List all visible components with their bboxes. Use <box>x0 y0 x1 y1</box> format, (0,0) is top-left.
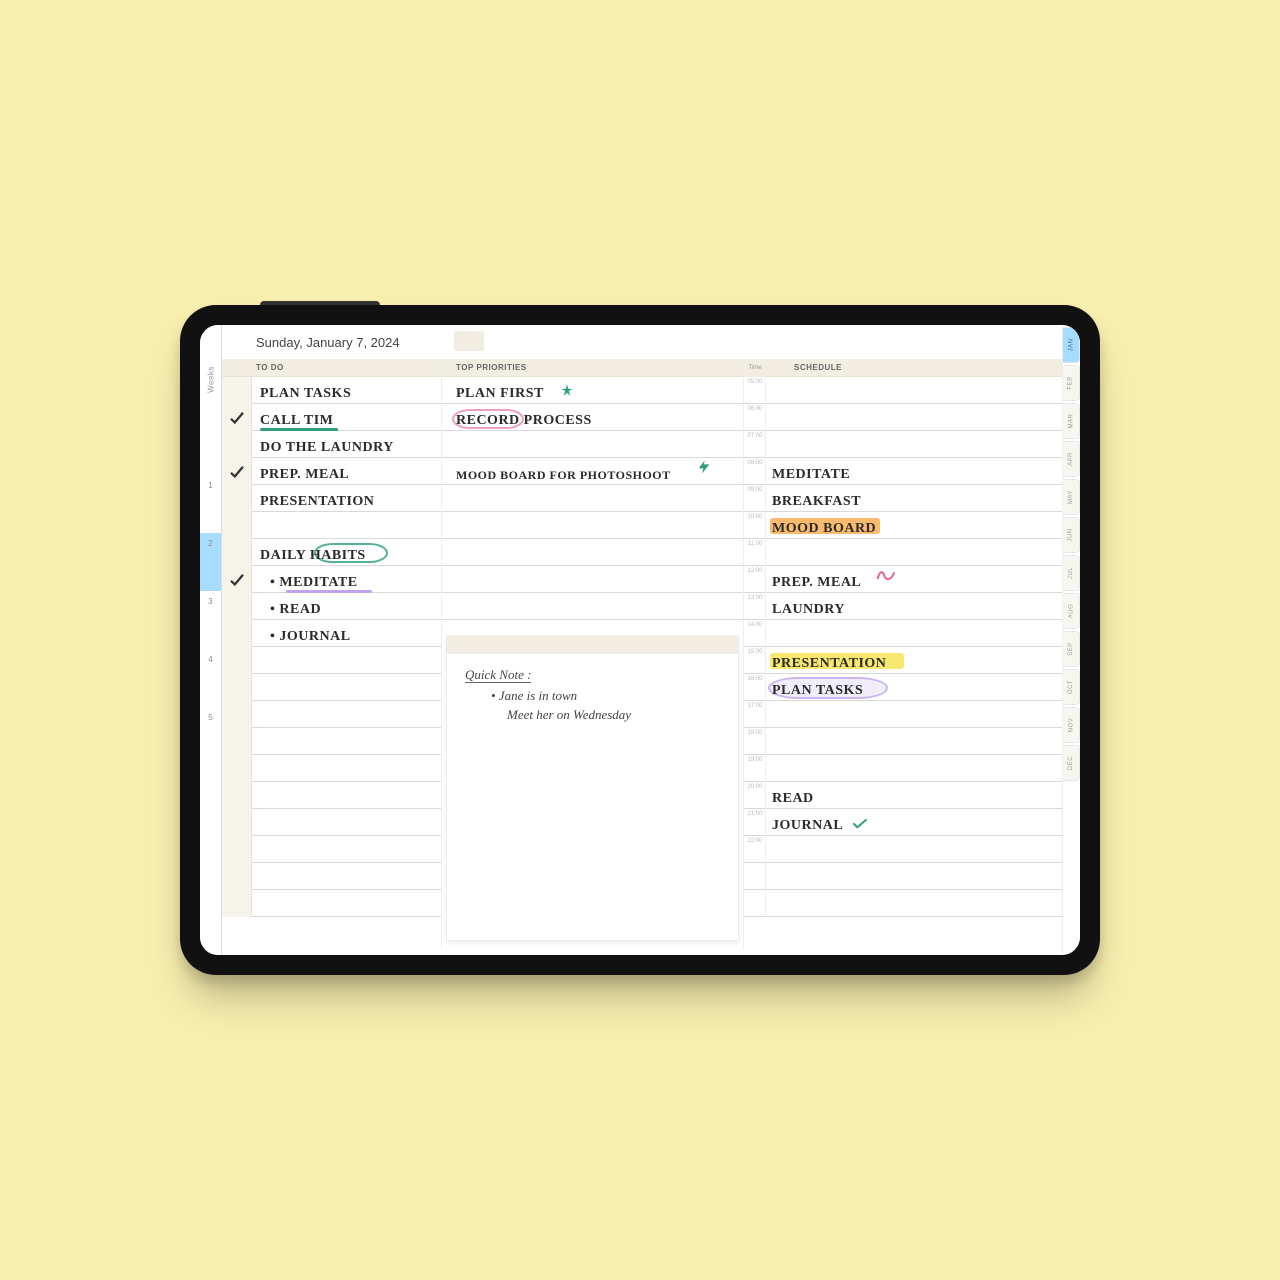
note-title: Quick Note : <box>465 668 720 683</box>
todo-item[interactable]: PRESENTATION <box>260 488 374 515</box>
todo-item[interactable]: DO THE LAUNDRY <box>260 434 394 461</box>
time-header: Time <box>744 359 766 377</box>
schedule-header: SCHEDULE <box>766 359 1062 377</box>
tick-icon <box>852 816 868 828</box>
time-label: 14:00 <box>744 622 766 628</box>
todo-item[interactable]: PREP. MEAL <box>260 461 349 488</box>
planner: Sunday, January 7, 2024 TO DO PLAN TASKS… <box>222 325 1062 955</box>
check-icon[interactable] <box>228 409 246 427</box>
schedule-item[interactable]: PRESENTATION <box>772 650 886 677</box>
time-label: 20:00 <box>744 784 766 790</box>
time-label: 15:00 <box>744 649 766 655</box>
time-label: 18:00 <box>744 730 766 736</box>
month-tab-feb[interactable]: FEB <box>1063 365 1080 401</box>
time-label: 05:00 <box>744 379 766 385</box>
week-num-3[interactable]: 3 <box>200 597 221 606</box>
priorities-column: TOP PRIORITIES PLAN FIRST RECORD PROCESS… <box>442 359 744 949</box>
todo-header: TO DO <box>222 359 441 377</box>
months-tabs: JAN FEB MAR APR MAY JUN JUL AUG SEP OCT … <box>1062 325 1080 955</box>
time-label: 13:00 <box>744 595 766 601</box>
note-line: • Jane is in town <box>465 689 720 702</box>
time-label: 17:00 <box>744 703 766 709</box>
month-tab-jan[interactable]: JAN <box>1063 327 1080 363</box>
month-tab-aug[interactable]: AUG <box>1063 593 1080 629</box>
bolt-icon <box>696 459 712 479</box>
quick-note-panel[interactable]: Quick Note : • Jane is in town Meet her … <box>446 635 739 941</box>
time-label: 12:00 <box>744 568 766 574</box>
week-num-1[interactable]: 1 <box>200 481 221 490</box>
habit-item[interactable]: • JOURNAL <box>270 623 351 650</box>
time-label: 19:00 <box>744 757 766 763</box>
time-label: 09:00 <box>744 487 766 493</box>
schedule-item[interactable]: BREAKFAST <box>772 488 861 515</box>
priorities-header: TOP PRIORITIES <box>442 359 743 377</box>
schedule-item[interactable]: PLAN TASKS <box>772 677 863 704</box>
month-tab-nov[interactable]: NOV <box>1063 707 1080 743</box>
time-label: 22:00 <box>744 838 766 844</box>
time-label: 06:00 <box>744 406 766 412</box>
month-tab-oct[interactable]: OCT <box>1063 669 1080 705</box>
week-num-4[interactable]: 4 <box>200 655 221 664</box>
time-label: 10:00 <box>744 514 766 520</box>
month-tab-may[interactable]: MAY <box>1063 479 1080 515</box>
priority-item[interactable]: RECORD PROCESS <box>456 407 592 434</box>
time-label: 11:00 <box>744 541 766 547</box>
schedule-item[interactable]: READ <box>772 785 814 812</box>
time-label: 21:00 <box>744 811 766 817</box>
squiggle-icon <box>876 569 896 583</box>
tablet-frame: Weeks 1 2 3 4 5 Sunday, January 7, 2024 … <box>180 305 1100 975</box>
check-icon[interactable] <box>228 463 246 481</box>
priority-item[interactable]: PLAN FIRST <box>456 380 544 407</box>
habit-item[interactable]: • READ <box>270 596 321 623</box>
time-label: 08:00 <box>744 460 766 466</box>
weeks-sidebar: Weeks 1 2 3 4 5 <box>200 325 222 955</box>
month-tab-jul[interactable]: JUL <box>1063 555 1080 591</box>
priorities-lines[interactable]: PLAN FIRST RECORD PROCESS MOOD BOARD FOR… <box>442 377 743 637</box>
time-label: 07:00 <box>744 433 766 439</box>
todo-lines[interactable]: PLAN TASKS CALL TIM DO THE LAUNDRY PREP.… <box>222 377 441 917</box>
month-tab-sep[interactable]: SEP <box>1063 631 1080 667</box>
week-num-2[interactable]: 2 <box>200 539 221 548</box>
underline-purple <box>286 590 372 593</box>
star-icon <box>560 383 574 397</box>
schedule-column: Time SCHEDULE 05:00 06:00 07:00 08:00 09… <box>744 359 1062 949</box>
schedule-item[interactable]: LAUNDRY <box>772 596 845 623</box>
month-tab-apr[interactable]: APR <box>1063 441 1080 477</box>
note-line: Meet her on Wednesday <box>465 708 720 721</box>
schedule-item[interactable]: MOOD BOARD <box>772 515 876 542</box>
schedule-lines[interactable]: 05:00 06:00 07:00 08:00 09:00 10:00 11:0… <box>744 377 1062 917</box>
schedule-item[interactable]: PREP. MEAL <box>772 569 861 596</box>
time-gutter: 05:00 06:00 07:00 08:00 09:00 10:00 11:0… <box>744 377 766 917</box>
month-tab-mar[interactable]: MAR <box>1063 403 1080 439</box>
date-text: Sunday, January 7, 2024 <box>256 335 400 350</box>
weeks-label: Weeks <box>206 366 215 393</box>
schedule-item[interactable]: MEDITATE <box>772 461 850 488</box>
todo-checkbox-gutter <box>222 377 252 917</box>
underline-green <box>260 428 338 431</box>
note-header-strip <box>447 636 738 654</box>
date-heading: Sunday, January 7, 2024 <box>222 325 1062 359</box>
month-tab-jun[interactable]: JUN <box>1063 517 1080 553</box>
time-label: 16:00 <box>744 676 766 682</box>
columns: TO DO PLAN TASKS CALL TIM DO THE LAUNDRY <box>222 359 1062 955</box>
week-num-5[interactable]: 5 <box>200 713 221 722</box>
priority-item[interactable]: MOOD BOARD FOR PHOTOSHOOT <box>456 461 671 488</box>
check-icon[interactable] <box>228 571 246 589</box>
todo-column: TO DO PLAN TASKS CALL TIM DO THE LAUNDRY <box>222 359 442 949</box>
todo-item[interactable]: PLAN TASKS <box>260 380 351 407</box>
schedule-item[interactable]: JOURNAL <box>772 812 843 839</box>
screen: Weeks 1 2 3 4 5 Sunday, January 7, 2024 … <box>200 325 1080 955</box>
month-tab-dec[interactable]: DEC <box>1063 745 1080 781</box>
